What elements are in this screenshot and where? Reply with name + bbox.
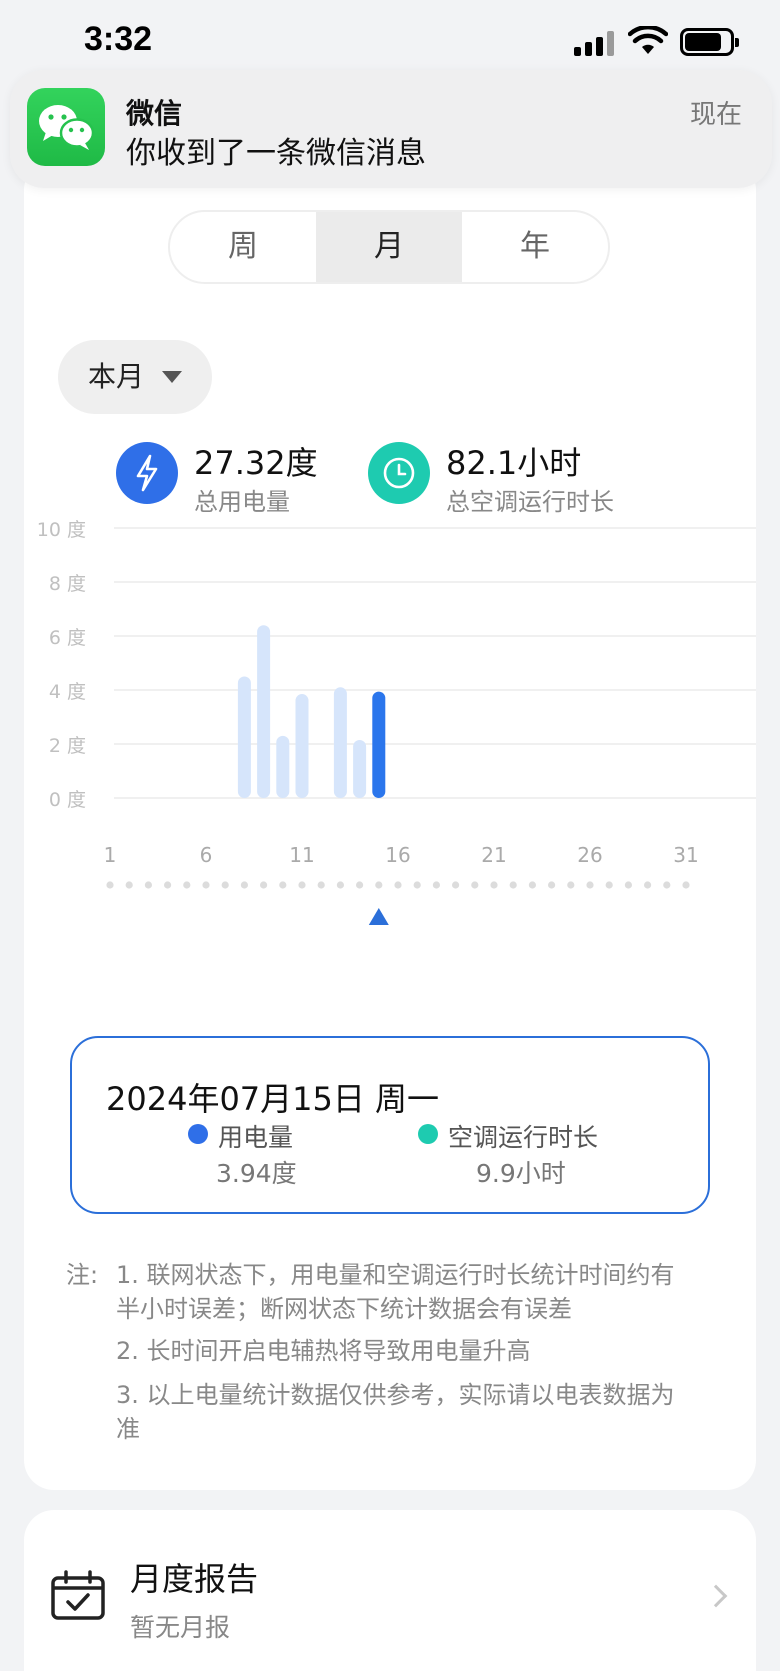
daily-power-chart[interactable]: 10 度8 度6 度4 度2 度0 度1 6 11 16 21 26 31 xyxy=(24,510,756,930)
day-dot xyxy=(164,881,172,889)
note-item-3: 3. 以上电量统计数据仅供参考，实际请以电表数据为准 xyxy=(116,1381,675,1443)
note-item-1: 1. 联网状态下，用电量和空调运行时长统计时间约有半小时误差；断网状态下统计数据… xyxy=(116,1261,675,1323)
notification-time: 现在 xyxy=(689,100,742,130)
note-item-2: 2. 长时间开启电辅热将导致用电量升高 xyxy=(116,1337,531,1365)
bar-selected xyxy=(372,691,386,798)
day-detail-box: 2024年07月15日 周一 用电量 3.94度 空调运行时长 9.9小时 xyxy=(70,1036,710,1214)
tab-year[interactable]: 年 xyxy=(462,212,608,282)
notification-message: 你收到了一条微信消息 xyxy=(126,136,426,171)
wifi-icon xyxy=(628,26,668,54)
bar xyxy=(237,676,251,798)
detail-power-label: 用电量 xyxy=(218,1123,294,1152)
x-tick-label: 6 xyxy=(200,843,213,867)
day-dot xyxy=(490,881,498,889)
day-dot xyxy=(240,881,248,889)
x-tick-label: 31 xyxy=(673,843,698,867)
total-power-value: 27.32度 xyxy=(194,444,318,482)
lightning-icon xyxy=(116,442,178,504)
day-dot xyxy=(221,881,229,889)
day-dot xyxy=(452,881,460,889)
day-dot xyxy=(202,881,210,889)
x-tick-label: 21 xyxy=(481,843,506,867)
battery-icon xyxy=(680,28,739,56)
day-dot xyxy=(375,881,383,889)
notes-prefix: 注: xyxy=(66,1261,99,1289)
caret-down-icon xyxy=(162,371,182,383)
stats-card: 周 月 年 本月 27.32度 总用电量 82.1小时 总空调运行时长 10 度… xyxy=(24,160,756,1490)
bar xyxy=(333,687,347,798)
bar xyxy=(276,735,290,798)
y-tick-label: 8 度 xyxy=(49,573,86,595)
bar xyxy=(295,694,309,798)
x-tick-label: 16 xyxy=(385,843,410,867)
x-tick-label: 1 xyxy=(104,843,117,867)
day-dot xyxy=(144,881,152,889)
detail-power-value: 3.94度 xyxy=(216,1159,297,1188)
x-tick-label: 26 xyxy=(577,843,602,867)
day-dot xyxy=(682,881,690,889)
day-dot xyxy=(624,881,633,889)
total-runtime-value: 82.1小时 xyxy=(446,444,582,482)
y-tick-label: 4 度 xyxy=(49,681,86,703)
power-legend-dot xyxy=(188,1124,208,1144)
day-dot xyxy=(509,881,517,889)
day-dot xyxy=(413,881,421,889)
report-title: 月度报告 xyxy=(130,1560,259,1598)
day-dot xyxy=(528,881,536,889)
calendar-check-icon xyxy=(51,1570,105,1620)
period-dropdown-label: 本月 xyxy=(88,360,145,393)
day-dot xyxy=(567,881,575,889)
day-dot xyxy=(644,881,652,889)
y-tick-label: 6 度 xyxy=(49,627,86,649)
day-dot xyxy=(336,881,344,889)
tab-week[interactable]: 周 xyxy=(170,212,316,282)
report-subtitle: 暂无月报 xyxy=(130,1613,231,1642)
clock-icon xyxy=(368,442,430,504)
tab-month[interactable]: 月 xyxy=(316,212,462,282)
detail-runtime-value: 9.9小时 xyxy=(476,1159,566,1188)
day-dot xyxy=(663,881,671,889)
wechat-icon xyxy=(27,88,105,166)
selected-day-marker-icon xyxy=(368,908,389,925)
day-dot xyxy=(106,881,114,889)
notification-app-name: 微信 xyxy=(126,97,183,130)
detail-runtime-label: 空调运行时长 xyxy=(448,1123,599,1152)
day-dot xyxy=(356,881,364,889)
detail-date: 2024年07月15日 周一 xyxy=(106,1080,440,1118)
bar xyxy=(353,739,367,798)
day-dot xyxy=(586,881,594,889)
status-bar: 3:32 xyxy=(0,0,780,80)
wechat-notification[interactable]: 微信 你收到了一条微信消息 现在 xyxy=(10,70,772,188)
status-time: 3:32 xyxy=(84,20,153,58)
period-tabs: 周 月 年 xyxy=(168,210,610,284)
day-dot xyxy=(317,881,325,889)
day-dot xyxy=(260,881,268,889)
y-tick-label: 10 度 xyxy=(37,519,86,541)
day-dot xyxy=(279,881,287,889)
cellular-signal-icon xyxy=(574,30,616,56)
day-dot xyxy=(394,881,402,889)
day-dot xyxy=(432,881,440,889)
day-dot xyxy=(471,881,479,889)
y-tick-label: 2 度 xyxy=(49,735,86,757)
bar xyxy=(257,625,271,798)
day-dot xyxy=(548,881,556,889)
day-dot xyxy=(298,881,306,889)
monthly-report-card[interactable]: 月度报告 暂无月报 xyxy=(24,1510,756,1671)
day-dot xyxy=(605,881,613,889)
chevron-right-icon xyxy=(704,1584,728,1608)
day-dot xyxy=(183,881,191,889)
x-tick-label: 11 xyxy=(289,843,314,867)
day-dot xyxy=(125,881,133,889)
period-dropdown[interactable]: 本月 xyxy=(58,340,212,414)
runtime-legend-dot xyxy=(418,1124,438,1144)
y-tick-label: 0 度 xyxy=(49,789,86,811)
